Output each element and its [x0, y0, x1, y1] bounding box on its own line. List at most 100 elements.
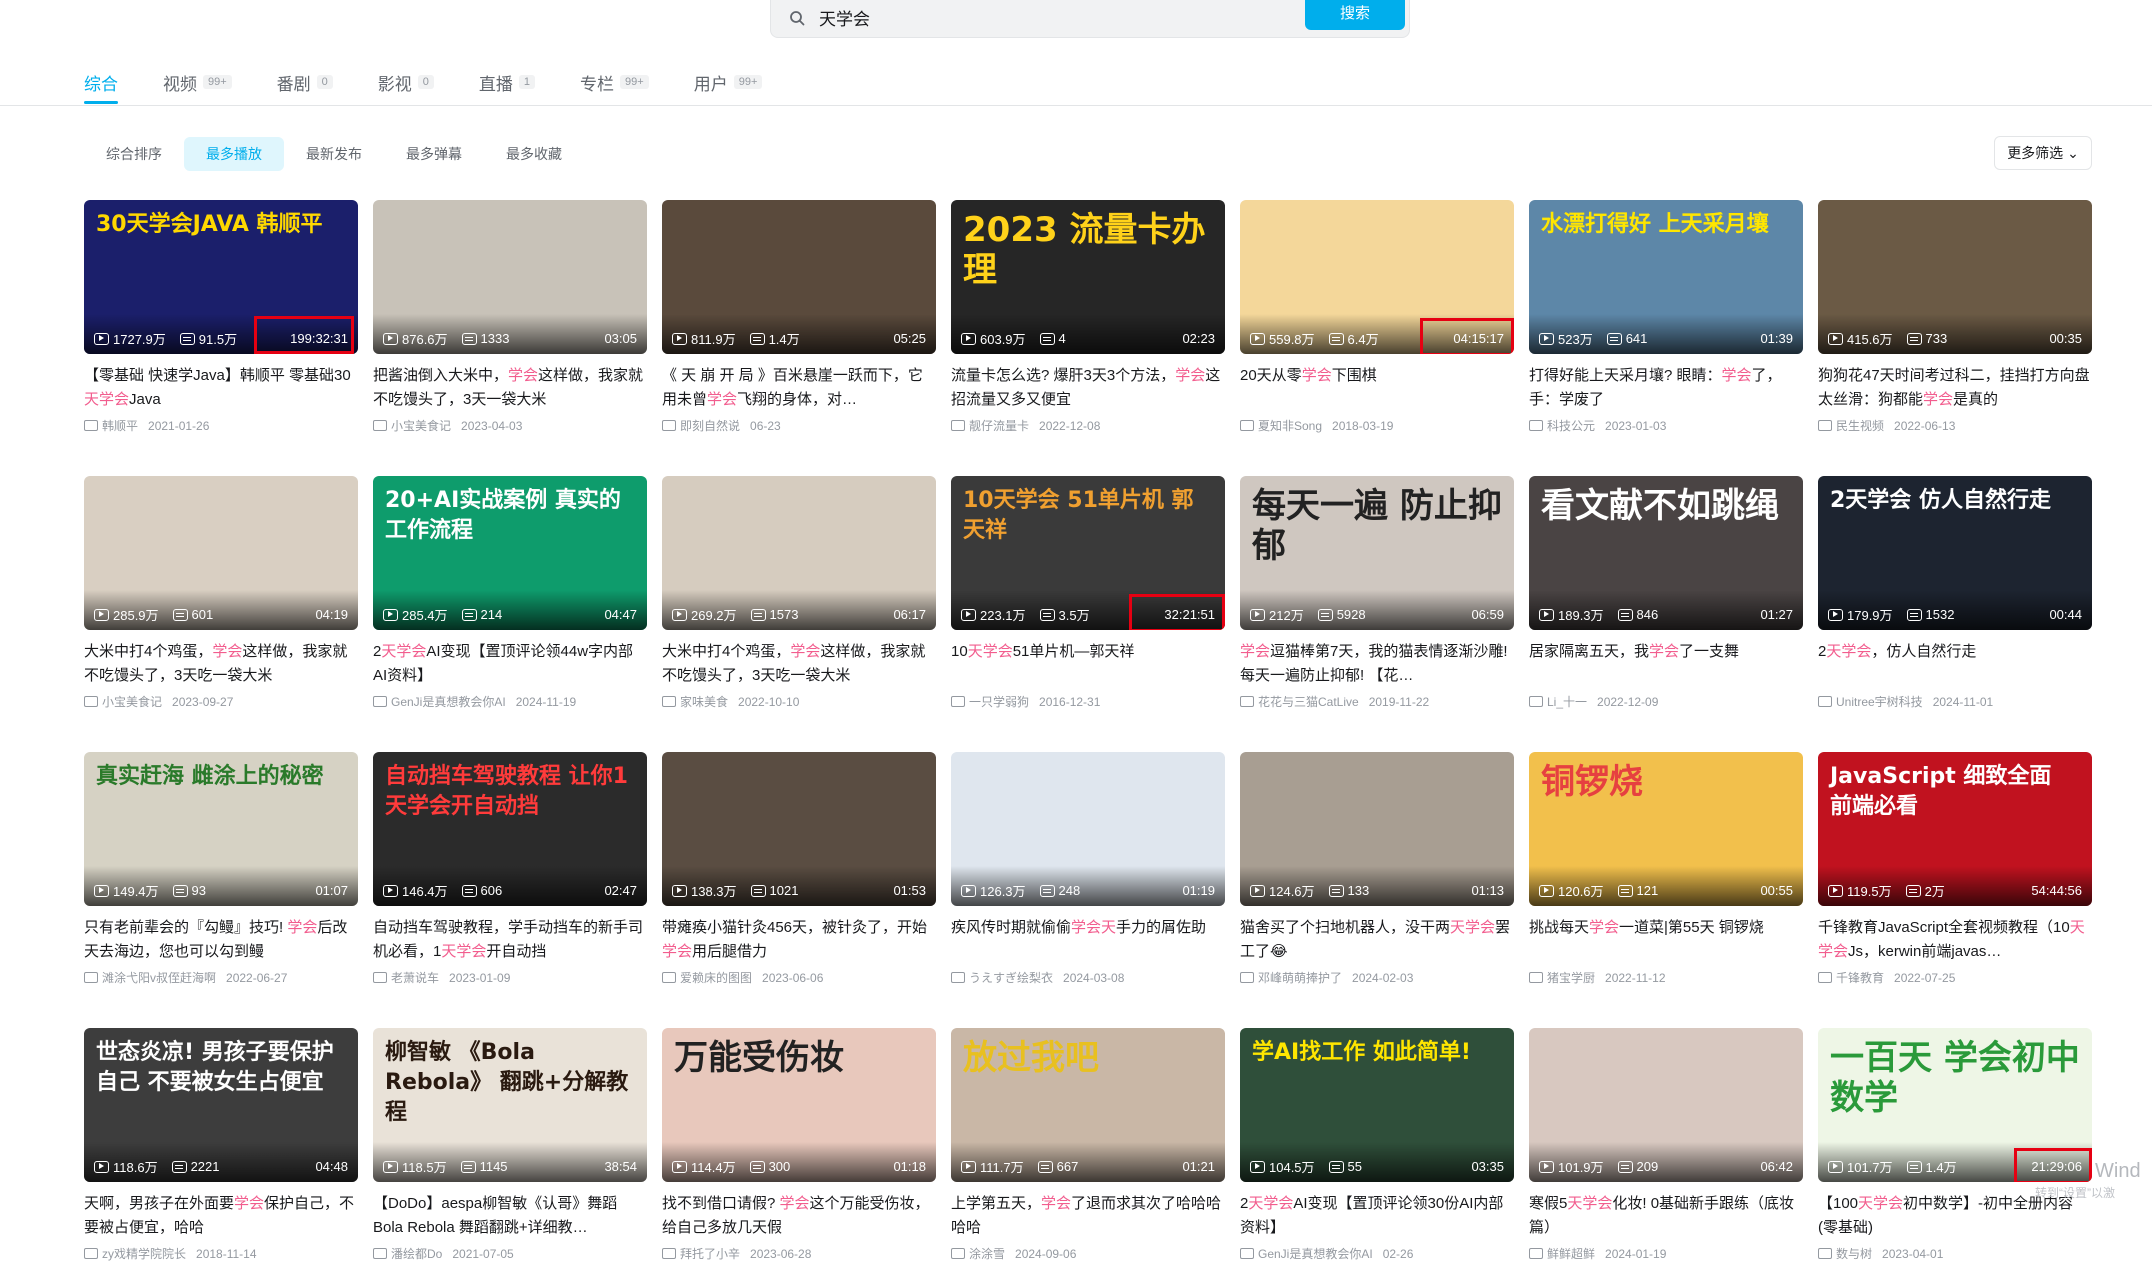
uploader-name[interactable]: Unitree宇树科技 — [1836, 693, 1923, 710]
video-title[interactable]: 疾风传时期就偷偷学会天手力的屑佐助 — [951, 916, 1225, 964]
video-card[interactable]: 铜锣烧 120.6万 121 00:55 挑战每天学会一道菜|第55天 铜锣烧 猪宝学厨 2… — [1529, 752, 1803, 1028]
video-card[interactable]: 10天学会 51单片机 郭天祥 223.1万 3.5万 32:21:51 10天学会51… — [951, 476, 1225, 752]
uploader-name[interactable]: GenJi是真想教会你AI — [1258, 1245, 1373, 1262]
video-thumbnail[interactable]: 水漂打得好 上天采月壤 523万 641 01:39 — [1529, 200, 1803, 354]
uploader-name[interactable]: 小宝美食记 — [102, 693, 162, 710]
video-thumbnail[interactable]: 看文献不如跳绳 189.3万 846 01:27 — [1529, 476, 1803, 630]
video-card[interactable]: 269.2万 1573 06:17 大米中打4个鸡蛋，学会这样做，我家就不吃馒头了，3… — [662, 476, 936, 752]
video-title[interactable]: 打得好能上天采月壤? 眼睛：学会了，手：学废了 — [1529, 364, 1803, 412]
uploader-name[interactable]: 一只学弱狗 — [969, 693, 1029, 710]
video-title[interactable]: 居家隔离五天，我学会了一支舞 — [1529, 640, 1803, 688]
search-button[interactable]: 搜索 — [1305, 0, 1405, 30]
video-thumbnail[interactable]: 柳智敏 《Bola Rebola》 翻跳+分解教程 118.5万 1145 38:54 — [373, 1028, 647, 1182]
video-title[interactable]: 《 天 崩 开 局 》百米悬崖一跃而下，它用未曾学会飞翔的身体，对… — [662, 364, 936, 412]
video-thumbnail[interactable]: 万能受伤妆 114.4万 300 01:18 — [662, 1028, 936, 1182]
video-thumbnail[interactable]: 铜锣烧 120.6万 121 00:55 — [1529, 752, 1803, 906]
uploader-name[interactable]: 千锋教育 — [1836, 969, 1884, 986]
video-card[interactable]: 811.9万 1.4万 05:25 《 天 崩 开 局 》百米悬崖一跃而下，它用未曾学… — [662, 200, 936, 476]
uploader-name[interactable]: 靓仔流量卡 — [969, 417, 1029, 434]
video-card[interactable]: JavaScript 细致全面 前端必看 119.5万 2万 54:44:56 千锋教育… — [1818, 752, 2092, 1028]
video-card[interactable]: 万能受伤妆 114.4万 300 01:18 找不到借口请假? 学会这个万能受伤妆，给自… — [662, 1028, 936, 1269]
video-card[interactable]: 看文献不如跳绳 189.3万 846 01:27 居家隔离五天，我学会了一支舞 Li_十一… — [1529, 476, 1803, 752]
video-card[interactable]: 一百天 学会初中数学 101.7万 1.4万 21:29:06 【100天学会初中数学】… — [1818, 1028, 2092, 1269]
video-title[interactable]: 10天学会51单片机—郭天祥 — [951, 640, 1225, 688]
tab-3[interactable]: 影视 0 — [378, 62, 434, 102]
video-thumbnail[interactable]: 每天一遍 防止抑郁 212万 5928 06:59 — [1240, 476, 1514, 630]
tab-0[interactable]: 综合 — [84, 62, 118, 104]
uploader-name[interactable]: 邓峰萌萌捧护了 — [1258, 969, 1342, 986]
video-card[interactable]: 138.3万 1021 01:53 带瘫痪小猫针灸456天，被针灸了，开始学会用后腿借… — [662, 752, 936, 1028]
search-input[interactable] — [819, 2, 1339, 32]
video-title[interactable]: 寒假5天学会化妆! 0基础新手跟练（底妆篇） — [1529, 1192, 1803, 1240]
video-thumbnail[interactable]: 真实赶海 雌涂上的秘密 149.4万 93 01:07 — [84, 752, 358, 906]
video-card[interactable]: 876.6万 1333 03:05 把酱油倒入大米中，学会这样做，我家就不吃馒头了，3… — [373, 200, 647, 476]
video-card[interactable]: 柳智敏 《Bola Rebola》 翻跳+分解教程 118.5万 1145 38:54… — [373, 1028, 647, 1269]
uploader-name[interactable]: 韩顺平 — [102, 417, 138, 434]
video-thumbnail[interactable]: 一百天 学会初中数学 101.7万 1.4万 21:29:06 — [1818, 1028, 2092, 1182]
video-card[interactable]: 放过我吧 111.7万 667 01:21 上学第五天，学会了退而求其次了哈哈哈哈哈 涂涂… — [951, 1028, 1225, 1269]
video-title[interactable]: 猫舍买了个扫地机器人，没干两天学会罢工了😂 — [1240, 916, 1514, 964]
video-thumbnail[interactable]: 20+AI实战案例 真实的工作流程 285.4万 214 04:47 — [373, 476, 647, 630]
video-thumbnail[interactable]: 2023 流量卡办理 603.9万 4 02:23 — [951, 200, 1225, 354]
sort-filter-0[interactable]: 综合排序 — [84, 137, 184, 171]
video-card[interactable]: 世态炎凉! 男孩子要保护自己 不要被女生占便宜 118.6万 2221 04:48 天啊… — [84, 1028, 358, 1269]
tab-4[interactable]: 直播 1 — [479, 62, 536, 102]
video-title[interactable]: 【DoDo】aespa柳智敏《认哥》舞蹈Bola Rebola 舞蹈翻跳+详细教… — [373, 1192, 647, 1240]
video-title[interactable]: 只有老前辈会的『勾鳗』技巧! 学会后改天去海边，您也可以勾到鳗 — [84, 916, 358, 964]
uploader-name[interactable]: 即刻自然说 — [680, 417, 740, 434]
video-thumbnail[interactable]: 30天学会JAVA 韩顺平 1727.9万 91.5万 199:32:31 — [84, 200, 358, 354]
uploader-name[interactable]: 鲜鲜超鲜 — [1547, 1245, 1595, 1262]
video-thumbnail[interactable]: 放过我吧 111.7万 667 01:21 — [951, 1028, 1225, 1182]
video-thumbnail[interactable]: 269.2万 1573 06:17 — [662, 476, 936, 630]
video-card[interactable]: 126.3万 248 01:19 疾风传时期就偷偷学会天手力的屑佐助 うえすぎ绘梨衣 20… — [951, 752, 1225, 1028]
uploader-name[interactable]: 猪宝学厨 — [1547, 969, 1595, 986]
uploader-name[interactable]: zy戏精学院院长 — [102, 1245, 186, 1262]
video-thumbnail[interactable]: 101.9万 209 06:42 — [1529, 1028, 1803, 1182]
uploader-name[interactable]: 小宝美食记 — [391, 417, 451, 434]
video-thumbnail[interactable]: 124.6万 133 01:13 — [1240, 752, 1514, 906]
video-card[interactable]: 30天学会JAVA 韩顺平 1727.9万 91.5万 199:32:31 【零基础 快… — [84, 200, 358, 476]
video-title[interactable]: 找不到借口请假? 学会这个万能受伤妆，给自己多放几天假 — [662, 1192, 936, 1240]
video-title[interactable]: 天啊，男孩子在外面要学会保护自己，不要被占便宜，哈哈 — [84, 1192, 358, 1240]
video-card[interactable]: 每天一遍 防止抑郁 212万 5928 06:59 学会逗猫棒第7天，我的猫表情逐渐沙雕… — [1240, 476, 1514, 752]
video-thumbnail[interactable]: 559.8万 6.4万 04:15:17 — [1240, 200, 1514, 354]
video-title[interactable]: 上学第五天，学会了退而求其次了哈哈哈哈哈 — [951, 1192, 1225, 1240]
uploader-name[interactable]: うえすぎ绘梨衣 — [969, 969, 1053, 986]
video-title[interactable]: 流量卡怎么选? 爆肝3天3个方法，学会这招流量又多又便宜 — [951, 364, 1225, 412]
video-card[interactable]: 自动挡车驾驶教程 让你1天学会开自动挡 146.4万 606 02:47 自动挡车驾驶教… — [373, 752, 647, 1028]
video-title[interactable]: 自动挡车驾驶教程，学手动挡车的新手司机必看，1天学会开自动挡 — [373, 916, 647, 964]
tab-1[interactable]: 视频 99+ — [163, 62, 232, 102]
sort-filter-1[interactable]: 最多播放 — [184, 137, 284, 171]
video-thumbnail[interactable]: 876.6万 1333 03:05 — [373, 200, 647, 354]
video-thumbnail[interactable]: 415.6万 733 00:35 — [1818, 200, 2092, 354]
uploader-name[interactable]: 爱赖床的图图 — [680, 969, 752, 986]
video-thumbnail[interactable]: 10天学会 51单片机 郭天祥 223.1万 3.5万 32:21:51 — [951, 476, 1225, 630]
uploader-name[interactable]: 科技公元 — [1547, 417, 1595, 434]
video-card[interactable]: 124.6万 133 01:13 猫舍买了个扫地机器人，没干两天学会罢工了😂 邓峰萌萌捧… — [1240, 752, 1514, 1028]
video-card[interactable]: 20+AI实战案例 真实的工作流程 285.4万 214 04:47 2天学会AI变现【… — [373, 476, 647, 752]
uploader-name[interactable]: 夏知非Song — [1258, 417, 1322, 434]
video-title[interactable]: 大米中打4个鸡蛋，学会这样做，我家就不吃馒头了，3天吃一袋大米 — [84, 640, 358, 688]
more-filter-button[interactable]: 更多筛选 ⌄ — [1994, 136, 2092, 170]
video-title[interactable]: 把酱油倒入大米中，学会这样做，我家就不吃馒头了，3天一袋大米 — [373, 364, 647, 412]
tab-2[interactable]: 番剧 0 — [277, 62, 333, 102]
sort-filter-4[interactable]: 最多收藏 — [484, 137, 584, 171]
video-thumbnail[interactable]: 811.9万 1.4万 05:25 — [662, 200, 936, 354]
uploader-name[interactable]: 花花与三猫CatLive — [1258, 693, 1359, 710]
video-title[interactable]: 挑战每天学会一道菜|第55天 铜锣烧 — [1529, 916, 1803, 964]
video-card[interactable]: 285.9万 601 04:19 大米中打4个鸡蛋，学会这样做，我家就不吃馒头了，3天… — [84, 476, 358, 752]
video-thumbnail[interactable]: 世态炎凉! 男孩子要保护自己 不要被女生占便宜 118.6万 2221 04:48 — [84, 1028, 358, 1182]
uploader-name[interactable]: 拜托了小辛 — [680, 1245, 740, 1262]
uploader-name[interactable]: 民生视频 — [1836, 417, 1884, 434]
tab-6[interactable]: 用户 99+ — [694, 62, 763, 102]
video-title[interactable]: 2天学会，仿人自然行走 — [1818, 640, 2092, 688]
video-card[interactable]: 水漂打得好 上天采月壤 523万 641 01:39 打得好能上天采月壤? 眼睛：学会了… — [1529, 200, 1803, 476]
video-card[interactable]: 559.8万 6.4万 04:15:17 20天从零学会下围棋 夏知非Song 2018-… — [1240, 200, 1514, 476]
video-title[interactable]: 2天学会AI变现【置顶评论领30份AI内部资料】 — [1240, 1192, 1514, 1240]
video-thumbnail[interactable]: 自动挡车驾驶教程 让你1天学会开自动挡 146.4万 606 02:47 — [373, 752, 647, 906]
tab-5[interactable]: 专栏 99+ — [580, 62, 649, 102]
video-title[interactable]: 千锋教育JavaScript全套视频教程（10天学会Js，kerwin前端jav… — [1818, 916, 2092, 964]
uploader-name[interactable]: 老萧说车 — [391, 969, 439, 986]
uploader-name[interactable]: Li_十一 — [1547, 693, 1587, 710]
sort-filter-3[interactable]: 最多弹幕 — [384, 137, 484, 171]
